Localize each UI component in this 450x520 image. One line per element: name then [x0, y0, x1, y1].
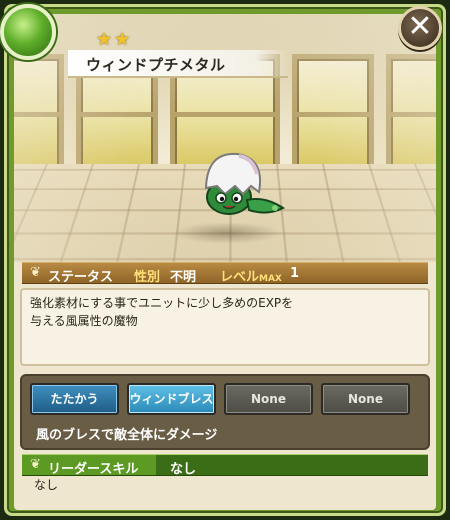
skill-button-empty-1[interactable]: None	[224, 383, 313, 415]
sprig-icon: ❦	[30, 457, 41, 472]
leader-skill-value: なし	[170, 458, 196, 477]
rarity-stars: ★★	[96, 29, 132, 50]
description-line-2: 与える風属性の魔物	[30, 312, 420, 330]
level-key: レベルMAX	[220, 266, 282, 285]
status-header-bar: ❦ ステータス 性別 不明 レベルMAX 1	[22, 262, 428, 284]
leader-skill-detail: なし	[34, 476, 58, 493]
status-section-label: ステータス	[48, 266, 113, 285]
unit-name: ウィンドプチメタル	[86, 54, 226, 75]
skill-button-tatakau[interactable]: たたかう	[30, 383, 119, 415]
unit-description: 強化素材にする事でユニットに少し多めのEXPを 与える風属性の魔物	[20, 288, 430, 366]
level-key-max: MAX	[259, 274, 282, 284]
close-button[interactable]: ✕	[398, 6, 442, 50]
description-line-1: 強化素材にする事でユニットに少し多めのEXPを	[30, 294, 420, 312]
skill-button-wind-breath[interactable]: ウィンドブレス	[127, 383, 216, 415]
gender-value: 不明	[170, 266, 196, 285]
skill-description: 風のブレスで敵全体にダメージ	[36, 424, 217, 443]
unit-detail-panel: ウィンドプチメタル ★★ ❦ ステータス 性別 不明 レベルMAX 1 強化素材…	[14, 14, 436, 510]
gender-key: 性別	[134, 266, 160, 285]
leader-skill-label: リーダースキル	[48, 458, 138, 477]
level-key-text: レベル	[220, 270, 259, 285]
sprig-icon: ❦	[30, 265, 41, 280]
leader-skill-bar: ❦ リーダースキル なし	[22, 454, 428, 476]
skill-panel: たたかう ウィンドブレス None None 風のブレスで敵全体にダメージ	[20, 374, 430, 450]
wind-petit-metal-sprite	[179, 142, 289, 232]
unit-title-banner: ウィンドプチメタル	[68, 50, 288, 78]
wind-element-icon	[0, 4, 56, 60]
level-value: 1	[290, 266, 299, 281]
skill-button-empty-2[interactable]: None	[321, 383, 410, 415]
